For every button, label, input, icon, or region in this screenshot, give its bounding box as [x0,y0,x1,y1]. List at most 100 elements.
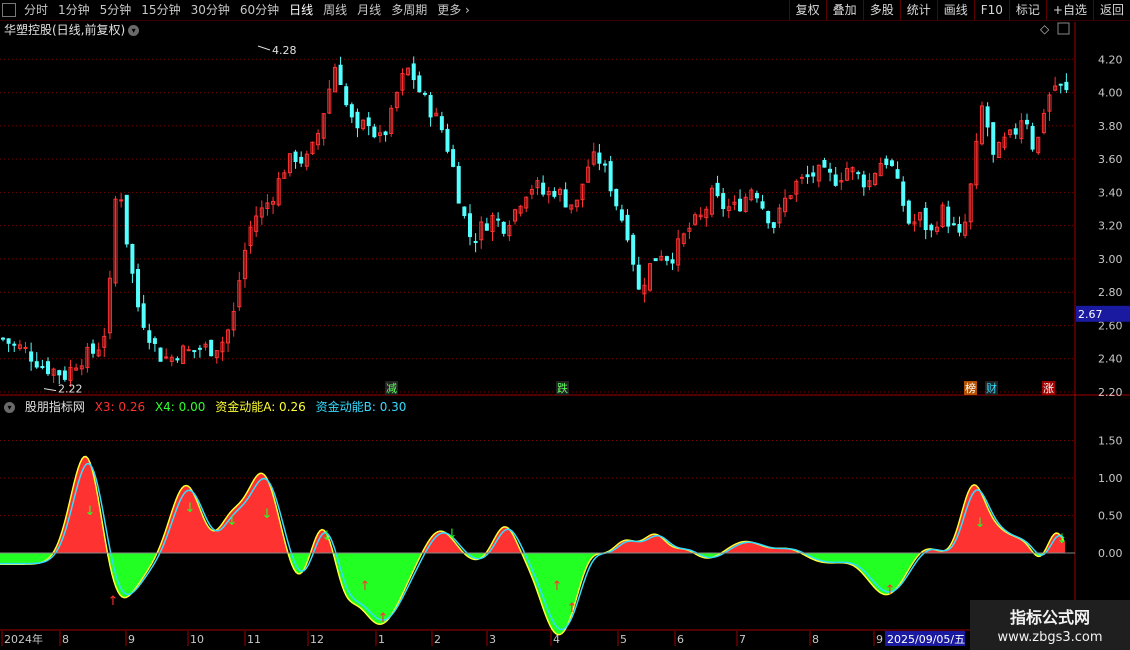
candle-body [119,199,124,202]
event-marker-label: 财 [986,381,997,395]
x-axis-label: 1 [378,633,385,646]
sell-arrow-icon: ↓ [975,516,986,531]
expand-icon [1057,22,1070,35]
sell-arrow-icon: ↓ [185,501,196,516]
high-price-label: 4.28 [272,44,297,57]
candle-body [417,75,422,93]
event-marker-label: 涨 [1043,382,1054,395]
x-axis-label: 2024年 [4,632,43,646]
fund-power-a-line [0,455,1065,636]
price-tick-label: 2.80 [1098,286,1123,299]
high-pointer [257,45,271,51]
candle-body [738,198,743,212]
event-marker-label: 跌 [557,381,568,395]
price-tick-label: 2.20 [1098,386,1123,399]
indicator-name: 股朋指标网 [24,400,85,414]
candle-body [811,172,816,177]
event-marker-label: 榜 [965,381,976,395]
x-axis-label: 4 [553,633,560,646]
sell-arrow-icon: ↓ [1057,532,1068,547]
candle-body [366,117,371,127]
candle-body [91,343,96,354]
candle-body [34,361,39,368]
buy-arrow-icon: ↑ [360,579,371,594]
candle-body [856,172,861,175]
indicator-x4-value: X4: 0.00 [154,400,206,414]
sell-arrow-icon: ↓ [85,504,96,519]
candle-body [349,104,354,118]
candle-body [372,126,377,138]
x-axis-label: 9 [128,633,135,646]
indicator-tick-label: 0.50 [1098,510,1123,523]
x-axis-label: 2 [434,633,441,646]
candle-body [754,192,759,199]
candle-body [411,63,416,81]
sell-arrow-icon: ↓ [262,507,273,522]
event-marker-label: 减 [386,382,397,395]
candle-body [501,221,506,234]
indicator-tick-label: 1.00 [1098,472,1123,485]
x-axis-label: 6 [677,633,684,646]
candle-body [23,346,28,349]
chart-canvas[interactable]: 4.204.003.803.603.403.203.002.802.602.40… [0,0,1130,650]
price-tick-label: 3.80 [1098,120,1123,133]
candle-body [901,181,906,206]
candle-body [456,166,461,204]
candle-body [62,370,67,380]
candle-body [889,160,894,166]
candle-body [614,188,619,207]
candle-body [653,258,658,262]
candle-body [344,86,349,106]
candle-body [355,111,360,129]
x-axis-label: 10 [190,633,204,646]
x-axis-label: 3 [489,633,496,646]
candle-body [799,176,804,179]
candle-body [445,128,450,152]
buy-arrow-icon: ↑ [885,583,896,598]
candle-body [46,361,51,375]
candle-body [158,347,163,362]
sell-arrow-icon: ↓ [227,514,238,529]
chevron-down-icon[interactable]: ▾ [4,402,15,413]
candle-body [1013,128,1018,135]
candle-body [186,349,191,352]
watermark: 指标公式网 www.zbgs3.com [970,600,1130,650]
candle-body [1024,119,1029,125]
indicator-a-value: 资金动能A: 0.26 [215,400,306,414]
price-tick-label: 3.60 [1098,153,1123,166]
candle-body [293,151,298,162]
candle-body [760,201,765,209]
candle-body [805,174,810,178]
candle-body [625,214,630,241]
candle-body [451,149,456,167]
candle-body [670,259,675,264]
x-axis-label: 8 [62,633,69,646]
candle-body [1030,125,1035,150]
x-axis-label: 7 [739,633,746,646]
candle-body [822,159,827,168]
candle-body [6,338,11,344]
candle-body [462,206,467,216]
indicator-x3-value: X3: 0.26 [94,400,146,414]
indicator-title: ▾ 股朋指标网 X3: 0.26 X4: 0.00 资金动能A: 0.26 资金… [4,398,412,415]
candle-body [833,174,838,186]
indicator-tick-label: 1.50 [1098,435,1123,448]
candle-body [29,351,34,362]
price-tick-label: 4.00 [1098,87,1123,100]
candle-body [631,234,636,265]
candle-body [923,207,928,231]
low-price-label: 2.22 [58,383,83,396]
x-axis-label: 5 [620,633,627,646]
candle-body [152,338,157,344]
stock-title: 华塑控股(日线,前复权) [4,23,126,37]
candle-body [1064,81,1069,91]
candle-body [895,169,900,179]
candle-body [141,303,146,328]
price-tick-label: 2.40 [1098,353,1123,366]
candle-body [957,224,962,233]
chevron-down-icon[interactable]: ▾ [128,25,140,36]
candle-body [130,244,135,274]
candle-body [715,182,720,197]
candle-body [124,194,129,245]
price-tick-label: 3.20 [1098,220,1123,233]
